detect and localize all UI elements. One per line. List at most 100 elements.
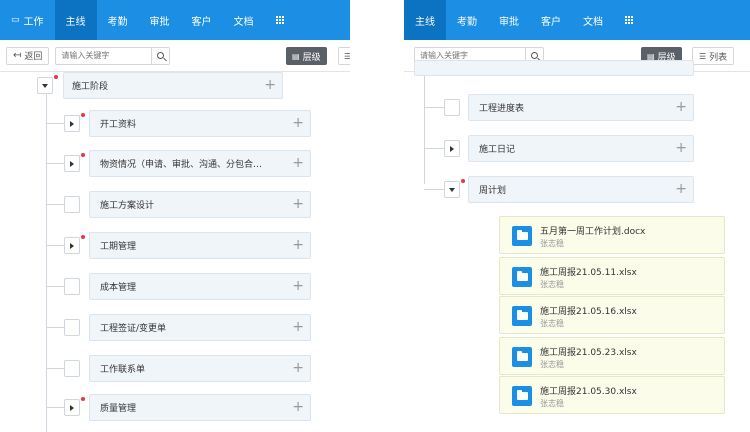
- file-item[interactable]: 施工周报21.05.11.xlsx 张志稳: [499, 257, 725, 295]
- node-label: 工程签证/变更单: [100, 324, 167, 334]
- add-icon[interactable]: +: [292, 237, 304, 253]
- top-nav: 主线 考勤 审批 客户 文档: [404, 0, 750, 40]
- add-icon[interactable]: +: [292, 115, 304, 131]
- add-icon[interactable]: +: [292, 360, 304, 376]
- child-toggle[interactable]: [64, 399, 80, 416]
- node-label: 施工日记: [479, 145, 516, 155]
- monitor-icon: ▭: [11, 15, 20, 25]
- nav-tab-mainline[interactable]: 主线: [404, 0, 446, 40]
- node-label: 施工阶段: [72, 82, 109, 92]
- node-label: 施工方案设计: [100, 201, 155, 211]
- search-box: [55, 46, 171, 65]
- nav-tab-approval[interactable]: 审批: [139, 0, 181, 40]
- file-owner: 张志稳: [540, 319, 564, 328]
- caret-right-icon: [70, 404, 74, 411]
- node-label: 周计划: [479, 186, 507, 196]
- nav-tab-label: 文档: [583, 16, 603, 28]
- list-icon: ☰: [344, 51, 350, 61]
- search-icon: [157, 52, 165, 59]
- add-icon[interactable]: +: [292, 196, 304, 212]
- tree-connector: [424, 76, 425, 184]
- search-input[interactable]: [56, 47, 152, 64]
- add-icon[interactable]: +: [675, 140, 687, 156]
- child-toggle[interactable]: [64, 278, 80, 295]
- child-toggle[interactable]: [64, 237, 80, 254]
- file-name: 五月第一周工作计划.docx: [540, 227, 646, 237]
- caret-right-icon: [70, 120, 74, 127]
- tree-node-child[interactable]: 施工方案设计 +: [89, 191, 311, 218]
- child-toggle[interactable]: [64, 155, 80, 172]
- right-screen: 主线 考勤 审批 客户 文档 ▤ 层级 ☰ 列表 工程进度表: [404, 0, 750, 432]
- add-icon[interactable]: +: [264, 77, 276, 93]
- marker-dot: [81, 113, 85, 117]
- nav-tab-mainline[interactable]: 主线: [54, 0, 97, 40]
- view-list-button[interactable]: ☰ 列表: [692, 47, 735, 65]
- tree-node-child[interactable]: 质量管理 +: [89, 394, 311, 421]
- tree-node-child[interactable]: 工程签证/变更单 +: [89, 314, 311, 341]
- nav-tab-work[interactable]: ▭ 工作: [0, 0, 55, 40]
- child-toggle[interactable]: [444, 181, 460, 198]
- tree-node-child[interactable]: 成本管理 +: [89, 273, 311, 300]
- tree-connector: [46, 286, 64, 287]
- node-label: 工程进度表: [479, 104, 525, 114]
- nav-tab-docs[interactable]: 文档: [223, 0, 265, 40]
- nav-tab-approval[interactable]: 审批: [488, 0, 530, 40]
- node-label: 成本管理: [100, 283, 137, 293]
- add-icon[interactable]: +: [292, 399, 304, 415]
- view-tree-label: 层级: [302, 52, 321, 63]
- add-icon[interactable]: +: [292, 155, 304, 171]
- nav-tab-customer[interactable]: 客户: [181, 0, 223, 40]
- add-icon[interactable]: +: [675, 181, 687, 197]
- nav-tab-docs[interactable]: 文档: [572, 0, 614, 40]
- back-button[interactable]: ↤ 返回: [6, 46, 50, 65]
- tree-connector: [424, 107, 444, 108]
- search-button[interactable]: [151, 47, 169, 64]
- nav-tab-customer[interactable]: 客户: [530, 0, 572, 40]
- tree-node-child[interactable]: 周计划 +: [468, 176, 694, 203]
- child-toggle[interactable]: [64, 360, 80, 377]
- tree-node-child[interactable]: 物资情况（申请、审批、沟通、分包合… +: [89, 150, 311, 177]
- tree-connector: [46, 163, 64, 164]
- nav-tab-label: 客户: [191, 16, 212, 28]
- child-toggle[interactable]: [444, 99, 460, 116]
- tree-node-child[interactable]: 工作联系单 +: [89, 355, 311, 382]
- file-name: 施工周报21.05.23.xlsx: [540, 348, 637, 358]
- grid-icon: [625, 16, 633, 24]
- list-icon: ☰: [699, 51, 707, 61]
- file-name: 施工周报21.05.30.xlsx: [540, 387, 637, 397]
- child-toggle[interactable]: [444, 140, 460, 157]
- tree-node-root[interactable]: 施工阶段 +: [63, 72, 283, 99]
- view-tree-button[interactable]: ▤ 层级: [286, 47, 327, 65]
- nav-tab-attendance[interactable]: 考勤: [97, 0, 139, 40]
- add-icon[interactable]: +: [292, 278, 304, 294]
- folder-icon: [512, 306, 532, 326]
- file-item[interactable]: 施工周报21.05.16.xlsx 张志稳: [499, 296, 725, 334]
- caret-right-icon: [70, 160, 74, 167]
- file-item[interactable]: 施工周报21.05.30.xlsx 张志稳: [499, 376, 725, 414]
- file-owner: 张志稳: [540, 399, 564, 408]
- add-icon[interactable]: +: [675, 99, 687, 115]
- tree-node-parent-partial[interactable]: [414, 60, 694, 76]
- apps-grid-button[interactable]: [265, 0, 295, 40]
- tree-node-child[interactable]: 工程进度表 +: [468, 94, 694, 121]
- root-toggle[interactable]: [37, 77, 53, 94]
- node-label: 物资情况（申请、审批、沟通、分包合…: [100, 160, 263, 170]
- add-icon[interactable]: +: [292, 319, 304, 335]
- child-toggle[interactable]: [64, 115, 80, 132]
- tree-connector: [424, 189, 444, 190]
- left-screen: ▭ 工作 主线 考勤 审批 客户 文档 ↤ 返回 ▤ 层级 ☰: [0, 0, 350, 432]
- apps-grid-button[interactable]: [614, 0, 644, 40]
- nav-tab-label: 考勤: [107, 16, 128, 28]
- tree-node-child[interactable]: 工期管理 +: [89, 232, 311, 259]
- file-item[interactable]: 施工周报21.05.23.xlsx 张志稳: [499, 337, 725, 375]
- tree-node-child[interactable]: 施工日记 +: [468, 135, 694, 162]
- file-item[interactable]: 五月第一周工作计划.docx 张志稳: [499, 216, 725, 254]
- view-list-button[interactable]: ☰: [338, 47, 350, 65]
- child-toggle[interactable]: [64, 196, 80, 213]
- tree-connector: [46, 245, 64, 246]
- folder-icon: [512, 386, 532, 406]
- tree-node-child[interactable]: 开工资料 +: [89, 110, 311, 137]
- tree-view-icon: ▤: [292, 51, 300, 61]
- child-toggle[interactable]: [64, 319, 80, 336]
- nav-tab-attendance[interactable]: 考勤: [446, 0, 488, 40]
